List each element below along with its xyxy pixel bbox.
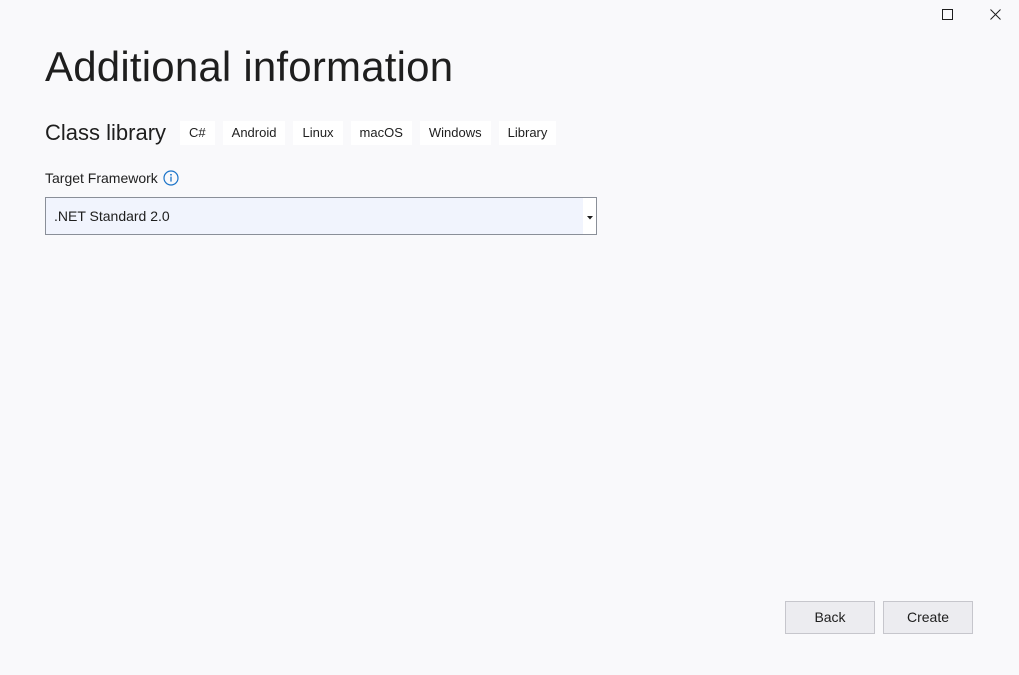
target-framework-label: Target Framework (45, 170, 158, 186)
tag-macos: macOS (350, 121, 412, 145)
close-button[interactable] (971, 0, 1019, 28)
page-title: Additional information (45, 43, 454, 90)
tag-android: Android (222, 121, 286, 145)
template-name: Class library (45, 120, 167, 145)
create-button[interactable]: Create (883, 601, 973, 634)
tag-linux: Linux (293, 121, 343, 145)
maximize-button[interactable] (923, 0, 971, 28)
template-summary: Class library C# Android Linux macOS Win… (45, 118, 564, 148)
tag-windows: Windows (419, 121, 491, 145)
dropdown-arrow[interactable] (583, 198, 596, 234)
info-icon[interactable] (163, 170, 179, 186)
tag-csharp: C# (180, 121, 215, 145)
target-framework-select[interactable]: .NET Standard 2.0 (45, 197, 597, 235)
close-icon (989, 8, 1001, 20)
maximize-icon (941, 8, 953, 20)
window-controls (923, 0, 1019, 28)
target-framework-label-row: Target Framework (45, 168, 179, 188)
caret-down-icon (586, 207, 593, 225)
back-button[interactable]: Back (785, 601, 875, 634)
tag-library: Library (498, 121, 557, 145)
target-framework-value: .NET Standard 2.0 (54, 208, 170, 224)
